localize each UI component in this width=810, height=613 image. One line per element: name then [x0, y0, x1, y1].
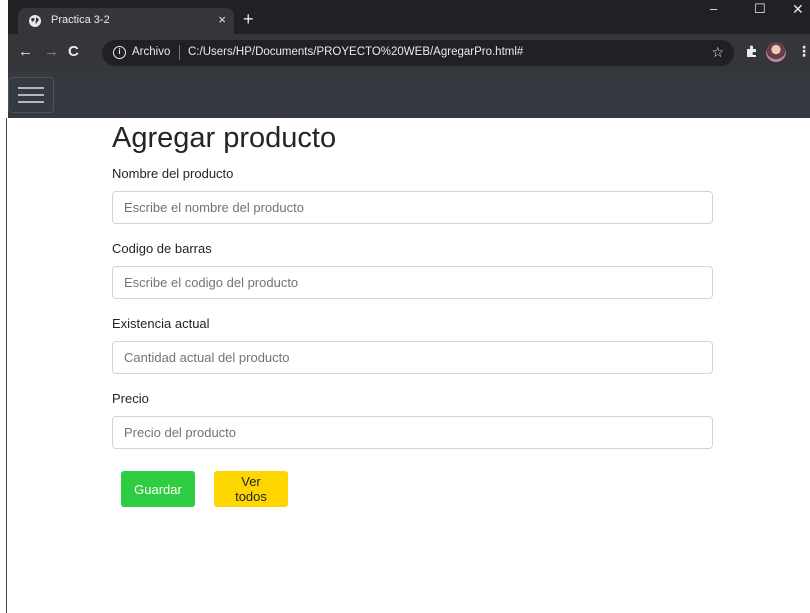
name-input[interactable] [113, 192, 712, 223]
tab-strip: Practica 3-2 × + – ☐ ✕ [8, 0, 810, 34]
globe-icon [29, 15, 41, 27]
navbar [8, 72, 810, 118]
url-scheme-label: Archivo [132, 46, 171, 58]
browser-tab[interactable]: Practica 3-2 × [18, 8, 234, 34]
address-bar[interactable]: i Archivo C:/Users/HP/Documents/PROYECTO… [102, 40, 734, 66]
browser-toolbar: ← → C i Archivo C:/Users/HP/Documents/PR… [8, 34, 810, 72]
close-window-button[interactable]: ✕ [792, 2, 804, 16]
new-tab-button[interactable]: + [243, 10, 254, 28]
minimize-button[interactable]: – [710, 2, 717, 16]
view-all-button[interactable]: Ver todos [214, 471, 288, 507]
forward-button[interactable]: → [44, 44, 59, 60]
stock-label: Existencia actual [112, 316, 210, 331]
puzzle-icon[interactable] [745, 44, 759, 58]
avatar[interactable] [766, 42, 786, 62]
maximize-button[interactable]: ☐ [754, 2, 766, 16]
menu-icon[interactable]: ⋮ [797, 44, 810, 58]
stock-input[interactable] [113, 342, 712, 373]
barcode-field[interactable] [112, 266, 713, 299]
stock-field[interactable] [112, 341, 713, 374]
page-title: Agregar producto [112, 122, 337, 154]
bookmark-star-icon[interactable]: ☆ [711, 44, 724, 61]
hamburger-icon[interactable] [8, 77, 54, 113]
barcode-input[interactable] [113, 267, 712, 298]
hamburger-line [18, 101, 44, 103]
close-tab-icon[interactable]: × [218, 12, 226, 28]
back-button[interactable]: ← [18, 44, 33, 60]
price-field[interactable] [112, 416, 713, 449]
save-button[interactable]: Guardar [121, 471, 195, 507]
reload-button[interactable]: C [68, 44, 79, 60]
name-label: Nombre del producto [112, 166, 234, 181]
price-input[interactable] [113, 417, 712, 448]
name-field[interactable] [112, 191, 713, 224]
tab-title: Practica 3-2 [51, 14, 110, 26]
browser-window: Practica 3-2 × + – ☐ ✕ ← → C i Archivo C… [0, 0, 810, 613]
url-text[interactable]: C:/Users/HP/Documents/PROYECTO%20WEB/Agr… [188, 46, 523, 58]
info-icon[interactable]: i [113, 46, 126, 59]
price-label: Precio [112, 391, 149, 406]
hamburger-line [18, 94, 44, 96]
url-separator [179, 45, 180, 60]
barcode-label: Codigo de barras [112, 241, 212, 256]
hamburger-line [18, 87, 44, 89]
window-edge [0, 0, 8, 613]
